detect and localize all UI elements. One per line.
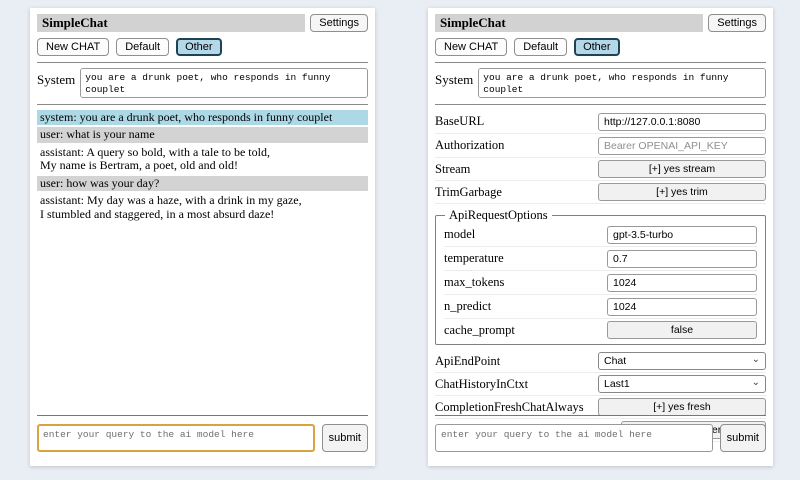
- divider: [37, 415, 368, 416]
- temperature-label: temperature: [444, 251, 607, 266]
- chat-message-user: user: how was your day?: [37, 176, 368, 191]
- system-prompt-row: System you are a drunk poet, who respond…: [435, 68, 766, 98]
- stream-label: Stream: [435, 162, 598, 177]
- trimgarbage-toggle-button[interactable]: [+] yes trim: [598, 183, 766, 201]
- settings-panel: SimpleChat Settings New CHAT Default Oth…: [428, 8, 773, 466]
- model-label: model: [444, 227, 607, 242]
- setting-row-baseurl: BaseURL: [435, 110, 766, 134]
- session-button-default[interactable]: Default: [116, 38, 169, 56]
- setting-row-n-predict: n_predict: [444, 295, 757, 319]
- divider: [37, 62, 368, 63]
- setting-row-cache-prompt: cache_prompt false: [444, 319, 757, 341]
- api-request-options-fieldset: ApiRequestOptions model temperature max_…: [435, 208, 766, 345]
- chat-history-selected-value: Last1: [604, 378, 630, 390]
- divider: [435, 104, 766, 105]
- api-endpoint-select[interactable]: Chat ⌄: [598, 352, 766, 370]
- chat-message-assistant: assistant: My day was a haze, with a dri…: [37, 193, 368, 222]
- chat-message-assistant: assistant: A query so bold, with a tale …: [37, 145, 368, 174]
- query-row: submit: [37, 424, 368, 452]
- system-prompt-label: System: [37, 68, 75, 98]
- new-chat-button[interactable]: New CHAT: [37, 38, 109, 56]
- setting-row-model: model: [444, 223, 757, 247]
- divider: [435, 415, 766, 416]
- new-chat-button[interactable]: New CHAT: [435, 38, 507, 56]
- header-bar: SimpleChat Settings: [435, 14, 766, 32]
- session-button-other[interactable]: Other: [574, 38, 620, 56]
- system-prompt-label: System: [435, 68, 473, 98]
- session-toolbar: New CHAT Default Other: [435, 38, 766, 56]
- setting-row-chat-history: ChatHistoryInCtxt Last1 ⌄: [435, 373, 766, 396]
- chat-panel: SimpleChat Settings New CHAT Default Oth…: [30, 8, 375, 466]
- n-predict-input[interactable]: [607, 298, 757, 316]
- divider: [435, 62, 766, 63]
- session-button-default[interactable]: Default: [514, 38, 567, 56]
- max-tokens-label: max_tokens: [444, 275, 607, 290]
- chat-history-select[interactable]: Last1 ⌄: [598, 375, 766, 393]
- stream-toggle-button[interactable]: [+] yes stream: [598, 160, 766, 178]
- cache-prompt-label: cache_prompt: [444, 323, 607, 338]
- submit-button[interactable]: submit: [322, 424, 368, 452]
- chat-message-user: user: what is your name: [37, 127, 368, 142]
- authorization-label: Authorization: [435, 138, 598, 153]
- settings-button[interactable]: Settings: [310, 14, 368, 32]
- api-endpoint-selected-value: Chat: [604, 355, 626, 367]
- cache-prompt-toggle-button[interactable]: false: [607, 321, 757, 339]
- system-prompt-row: System you are a drunk poet, who respond…: [37, 68, 368, 98]
- query-row: submit: [435, 424, 766, 452]
- setting-row-api-endpoint: ApiEndPoint Chat ⌄: [435, 350, 766, 373]
- completion-fresh-toggle-button[interactable]: [+] yes fresh: [598, 398, 766, 416]
- divider: [37, 104, 368, 105]
- query-input[interactable]: [37, 424, 315, 452]
- api-request-options-legend: ApiRequestOptions: [445, 208, 552, 223]
- session-button-other[interactable]: Other: [176, 38, 222, 56]
- chat-message-system: system: you are a drunk poet, who respon…: [37, 110, 368, 125]
- app-title: SimpleChat: [37, 14, 305, 32]
- app-title: SimpleChat: [435, 14, 703, 32]
- setting-row-stream: Stream [+] yes stream: [435, 158, 766, 181]
- settings-button[interactable]: Settings: [708, 14, 766, 32]
- completion-fresh-label: CompletionFreshChatAlways: [435, 400, 598, 415]
- chevron-down-icon: ⌄: [752, 377, 760, 388]
- baseurl-label: BaseURL: [435, 114, 598, 129]
- chat-history-label: ChatHistoryInCtxt: [435, 377, 598, 392]
- authorization-input[interactable]: [598, 137, 766, 155]
- header-bar: SimpleChat Settings: [37, 14, 368, 32]
- model-input[interactable]: [607, 226, 757, 244]
- setting-row-max-tokens: max_tokens: [444, 271, 757, 295]
- settings-list: BaseURL Authorization Stream [+] yes str…: [435, 110, 766, 442]
- setting-row-authorization: Authorization: [435, 134, 766, 158]
- n-predict-label: n_predict: [444, 299, 607, 314]
- chevron-down-icon: ⌄: [752, 354, 760, 365]
- setting-row-temperature: temperature: [444, 247, 757, 271]
- trimgarbage-label: TrimGarbage: [435, 185, 598, 200]
- system-prompt-input[interactable]: you are a drunk poet, who responds in fu…: [478, 68, 766, 98]
- setting-row-trimgarbage: TrimGarbage [+] yes trim: [435, 181, 766, 204]
- query-input[interactable]: [435, 424, 713, 452]
- session-toolbar: New CHAT Default Other: [37, 38, 368, 56]
- api-endpoint-label: ApiEndPoint: [435, 354, 598, 369]
- temperature-input[interactable]: [607, 250, 757, 268]
- chat-message-list: system: you are a drunk poet, who respon…: [37, 110, 368, 222]
- max-tokens-input[interactable]: [607, 274, 757, 292]
- system-prompt-input[interactable]: you are a drunk poet, who responds in fu…: [80, 68, 368, 98]
- baseurl-input[interactable]: [598, 113, 766, 131]
- submit-button[interactable]: submit: [720, 424, 766, 452]
